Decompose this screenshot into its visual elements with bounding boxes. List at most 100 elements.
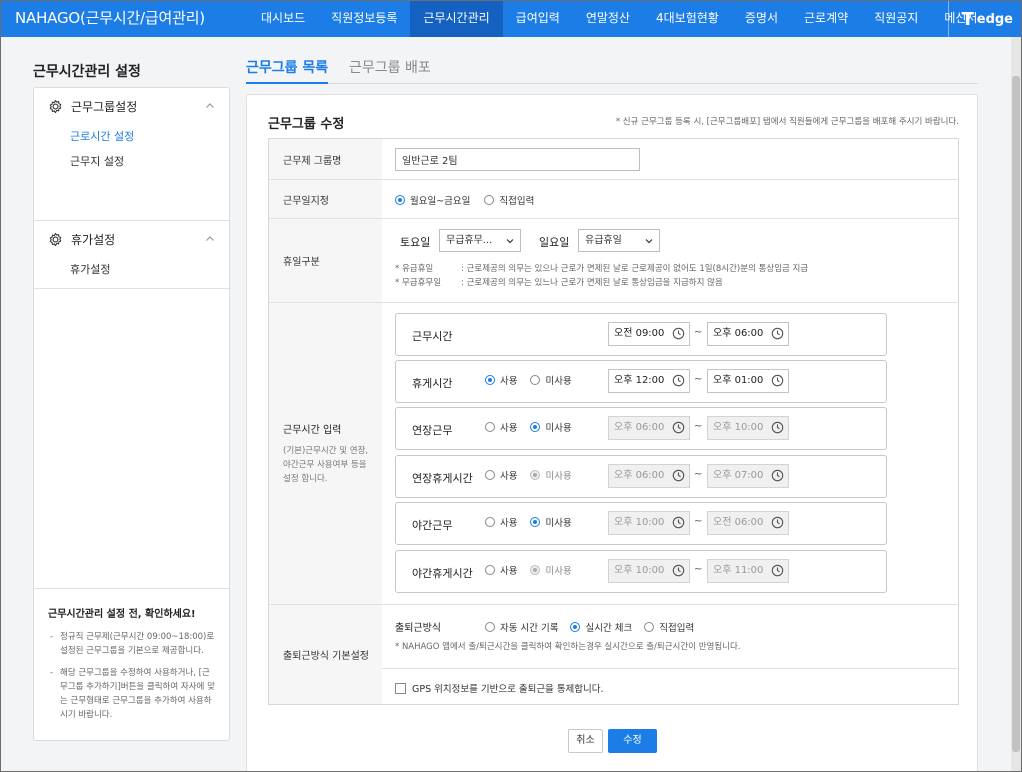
radio-not-use[interactable]: 미사용 xyxy=(530,373,572,387)
sidebar-item-work-time[interactable]: 근로시간 설정 xyxy=(34,124,229,149)
radio-custom-days[interactable]: 직접입력 xyxy=(484,193,534,207)
radio-circle xyxy=(644,622,655,632)
time-block: 근무시간 오전 09:00 ~ 오후 06:00 xyxy=(395,313,887,356)
radio-circle xyxy=(485,422,495,432)
radio-not-use[interactable]: 미사용 xyxy=(530,515,572,529)
edge-logo[interactable]: T edge xyxy=(948,1,1013,37)
clock-icon xyxy=(771,469,784,482)
radio-label: 미사용 xyxy=(545,471,572,482)
time-value: 오후 11:00 xyxy=(713,565,764,576)
end-time-input[interactable]: 오후 11:00 xyxy=(707,559,789,583)
tilde-separator: ~ xyxy=(694,327,703,338)
radio-circle xyxy=(530,517,541,527)
radio-mon-fri[interactable]: 월요일~금요일 xyxy=(395,193,470,207)
sidebar-item-vacation[interactable]: 휴가설정 xyxy=(34,257,229,282)
main-nav: 대시보드 직원정보등록 근무시간관리 급여입력 연말정산 4대보험현황 증명서 근로계약 직원공… xyxy=(248,1,990,37)
start-time-input[interactable]: 오전 09:00 xyxy=(608,322,690,346)
sidebar-group-header[interactable]: 휴가설정 xyxy=(34,221,229,257)
tilde-separator: ~ xyxy=(694,516,703,527)
end-time-input[interactable]: 오후 07:00 xyxy=(707,464,789,488)
nav-item[interactable]: 직원공지 xyxy=(861,1,931,37)
sidebar-group-header[interactable]: 근무그룹설정 xyxy=(34,88,229,124)
group-name-input[interactable] xyxy=(395,148,640,171)
radio-circle xyxy=(485,622,495,632)
page-scrollbar[interactable] xyxy=(1011,37,1021,771)
start-time-input[interactable]: 오후 06:00 xyxy=(608,464,690,488)
radio-use[interactable]: 사용 xyxy=(485,563,517,577)
chevron-up-icon[interactable] xyxy=(205,234,215,244)
time-value: 오후 10:00 xyxy=(614,565,665,576)
time-block-title: 야간근무 xyxy=(412,519,453,532)
nav-item[interactable]: 대시보드 xyxy=(248,1,318,37)
nav-item[interactable]: 급여입력 xyxy=(503,1,573,37)
end-time-input[interactable]: 오후 10:00 xyxy=(707,416,789,440)
radio-circle xyxy=(570,622,581,632)
nav-item[interactable]: 근무시간관리 xyxy=(410,1,503,37)
holiday-hint-unpaid: * 무급휴무일: 근로제공의 의무는 있느나 근로가 면제된 날로 통상임금을 … xyxy=(395,277,723,290)
nav-item[interactable]: 근로계약 xyxy=(791,1,861,37)
nav-item[interactable]: 4대보험현황 xyxy=(643,1,732,37)
nav-item[interactable]: 증명서 xyxy=(732,1,791,37)
start-time-input[interactable]: 오후 10:00 xyxy=(608,559,690,583)
logo-text: edge xyxy=(976,11,1013,27)
time-block: 야간휴게시간 사용 미사용 오후 10:00 ~ 오후 11:00 xyxy=(395,550,887,593)
row-attendance: 출퇴근방식 기본설정 출퇴근방식 자동 시간 기록 실시간 체크 직접입력 * … xyxy=(269,605,958,704)
clock-icon xyxy=(672,564,685,577)
tab-workgroup-deploy[interactable]: 근무그룹 배포 xyxy=(349,57,431,84)
radio-auto-record[interactable]: 자동 시간 기록 xyxy=(485,620,558,634)
sunday-select[interactable]: 유급휴일 xyxy=(578,229,660,252)
radio-use[interactable]: 사용 xyxy=(485,515,517,529)
radio-use[interactable]: 사용 xyxy=(485,373,517,387)
chevron-up-icon[interactable] xyxy=(205,101,215,111)
gps-checkbox[interactable]: GPS 위치정보를 기반으로 출퇴근을 통제합니다. xyxy=(395,681,604,695)
radio-manual-input[interactable]: 직접입력 xyxy=(644,620,694,634)
time-value: 오후 06:00 xyxy=(713,328,764,339)
sidebar-group-vacation: 휴가설정 휴가설정 xyxy=(34,221,229,289)
cancel-button[interactable]: 취소 xyxy=(568,729,603,753)
row-group-name: 근무제 그룹명 xyxy=(269,139,958,180)
row-work-time: 근무시간 입력 (기본)근무시간 및 연장, 야간근무 사용여부 등을 설정 합… xyxy=(269,303,958,605)
field-desc: (기본)근무시간 및 연장, 야간근무 사용여부 등을 설정 합니다. xyxy=(283,446,369,484)
edit-card: 근무그룹 수정 * 신규 근무그룹 등록 시, [근무그룹배포] 탭에서 직원들… xyxy=(246,94,978,771)
time-block: 야간근무 사용 미사용 오후 10:00 ~ 오전 06:00 xyxy=(395,502,887,545)
start-time-input[interactable]: 오후 06:00 xyxy=(608,416,690,440)
clock-icon xyxy=(771,564,784,577)
sidebar-item-workplace[interactable]: 근무지 설정 xyxy=(34,149,229,174)
nav-item[interactable]: 연말정산 xyxy=(573,1,643,37)
radio-label: 직접입력 xyxy=(659,623,695,634)
tab-workgroup-list[interactable]: 근무그룹 목록 xyxy=(246,57,329,84)
time-value: 오후 07:00 xyxy=(713,470,764,481)
card-note: * 신규 근무그룹 등록 시, [근무그룹배포] 탭에서 직원들에게 근무그룹을… xyxy=(615,117,959,127)
radio-not-use[interactable]: 미사용 xyxy=(530,420,572,434)
clock-icon xyxy=(771,327,784,340)
radio-label: 사용 xyxy=(500,376,518,387)
scrollbar-thumb[interactable] xyxy=(1012,76,1020,752)
radio-label: 사용 xyxy=(500,518,518,529)
radio-label: 미사용 xyxy=(545,376,572,387)
time-value: 오후 10:00 xyxy=(614,517,665,528)
field-label: 근무일지정 xyxy=(269,180,382,218)
sidebar-group-workgroup: 근무그룹설정 근로시간 설정 근무지 설정 xyxy=(34,88,229,221)
start-time-input[interactable]: 오후 12:00 xyxy=(608,369,690,393)
end-time-input[interactable]: 오후 06:00 xyxy=(707,322,789,346)
radio-use[interactable]: 사용 xyxy=(485,468,517,482)
radio-use[interactable]: 사용 xyxy=(485,420,517,434)
radio-realtime-check[interactable]: 실시간 체크 xyxy=(570,620,632,634)
saturday-select[interactable]: 무급휴무... xyxy=(439,229,521,252)
nav-item[interactable]: 직원정보등록 xyxy=(318,1,410,37)
time-value: 오후 06:00 xyxy=(614,470,665,481)
row-holiday: 휴일구분 토요일 무급휴무... 일요일 유급휴일 * 유급휴일: 근로제공의 … xyxy=(269,219,958,303)
time-block-title: 연장근무 xyxy=(412,424,453,437)
saturday-select-value: 무급휴무... xyxy=(446,235,493,246)
radio-not-use[interactable]: 미사용 xyxy=(530,563,572,577)
submit-button[interactable]: 수정 xyxy=(608,729,657,753)
app-window: NAHAGO(근무시간/급여관리) 대시보드 직원정보등록 근무시간관리 급여입력 연말… xyxy=(0,0,1022,772)
tab-bar: 근무그룹 목록 근무그룹 배포 xyxy=(246,57,978,84)
end-time-input[interactable]: 오후 01:00 xyxy=(707,369,789,393)
end-time-input[interactable]: 오전 06:00 xyxy=(707,511,789,535)
radio-not-use[interactable]: 미사용 xyxy=(530,468,572,482)
row-work-days: 근무일지정 월요일~금요일 직접입력 xyxy=(269,180,958,219)
brand-title[interactable]: NAHAGO(근무시간/급여관리) xyxy=(15,1,205,35)
radio-circle xyxy=(485,470,495,480)
start-time-input[interactable]: 오후 10:00 xyxy=(608,511,690,535)
